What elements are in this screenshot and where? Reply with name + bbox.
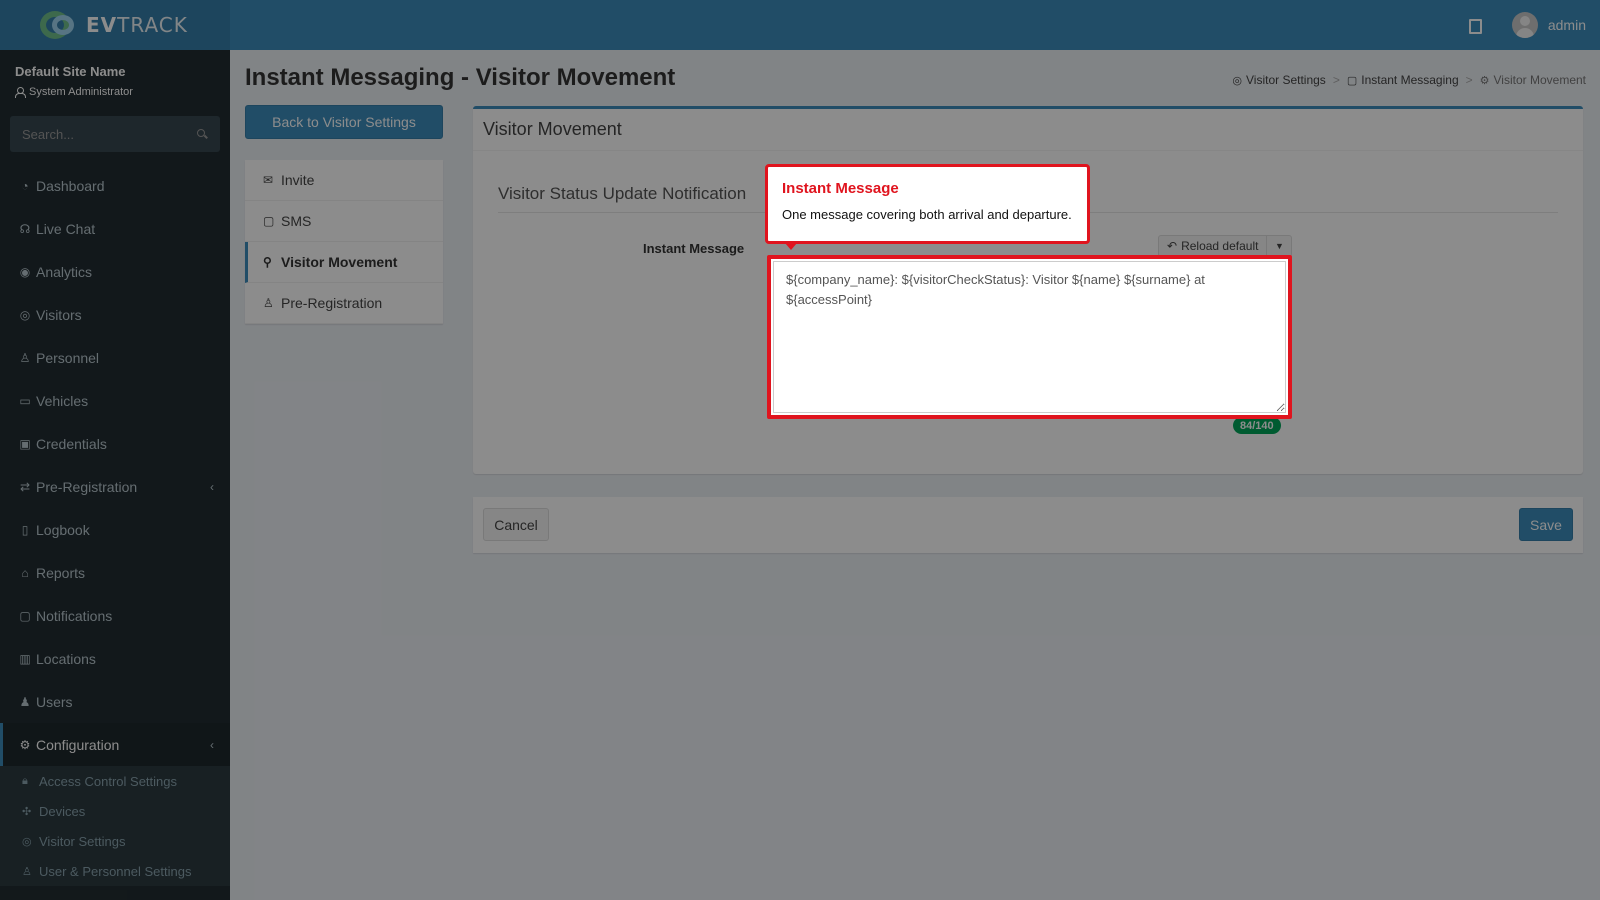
users-icon: ♟ xyxy=(19,694,31,709)
credentials-icon: ▣ xyxy=(19,436,31,451)
sidebar-item-locations[interactable]: ▥ Locations xyxy=(0,637,230,680)
configuration-submenu: 🔒︎ Access Control Settings ✣ Devices ◎ Visi… xyxy=(0,766,230,886)
sub-nav-invite[interactable]: ✉ Invite xyxy=(245,160,443,201)
sidebar-sub-user-personnel-settings[interactable]: ♙ User & Personnel Settings xyxy=(0,856,230,886)
messaging-sub-nav: ✉ Invite ▢ SMS ⚲ Visitor Movement ♙ Pre-Regi… xyxy=(245,160,443,324)
sidebar-item-personnel[interactable]: ♙ Personnel xyxy=(0,336,230,379)
breadcrumb-separator: > xyxy=(1465,73,1473,87)
logo[interactable]: EVTRACK xyxy=(0,0,230,50)
cancel-button[interactable]: Cancel xyxy=(483,508,549,541)
avatar[interactable] xyxy=(1511,12,1538,38)
highlighted-message-field: ${company_name}: ${visitorCheckStatus}: … xyxy=(767,255,1292,419)
map-icon: ▥ xyxy=(19,651,31,666)
site-name: Default Site Name xyxy=(15,64,126,79)
eye-icon: ◎ xyxy=(22,835,32,848)
chat-icon: ▢ xyxy=(263,214,275,228)
person-icon xyxy=(15,87,26,98)
section-title: Visitor Status Update Notification xyxy=(498,184,747,203)
top-navbar: EVTRACK admin xyxy=(0,0,1600,50)
chat-icon: ▢ xyxy=(19,608,31,623)
breadcrumb-separator: > xyxy=(1332,73,1340,87)
tooltip-arrow xyxy=(785,243,797,250)
user-edit-icon: ♙ xyxy=(263,296,274,310)
instant-message-textarea[interactable]: ${company_name}: ${visitorCheckStatus}: … xyxy=(773,261,1286,413)
personnel-icon: ♙ xyxy=(19,350,31,365)
page-title: Instant Messaging - Visitor Movement xyxy=(245,64,676,91)
devices-icon: ✣ xyxy=(22,805,32,818)
eye-icon: ◎ xyxy=(19,307,31,322)
target-icon: ◉ xyxy=(19,264,31,279)
sidebar-item-pre-registration[interactable]: ⇄ Pre-Registration ‹ xyxy=(0,465,230,508)
lock-icon: 🔒︎ xyxy=(22,774,28,787)
sidebar-item-logbook[interactable]: ▯ Logbook xyxy=(0,508,230,551)
character-counter: 84/140 xyxy=(1233,417,1281,434)
sidebar-item-live-chat[interactable]: ☊ Live Chat xyxy=(0,207,230,250)
back-to-visitor-settings-button[interactable]: Back to Visitor Settings xyxy=(245,105,443,139)
headset-icon: ☊ xyxy=(19,221,31,236)
sidebar-item-users[interactable]: ♟ Users xyxy=(0,680,230,723)
book-icon: ▯ xyxy=(21,522,29,537)
user-role: System Administrator xyxy=(15,86,215,98)
user-panel: Default Site Name System Administrator xyxy=(0,50,230,112)
sidebar-search xyxy=(10,116,220,152)
form-actions: Cancel Save xyxy=(473,497,1583,553)
search-icon[interactable] xyxy=(196,128,208,140)
chevron-left-icon: ‹ xyxy=(210,737,214,752)
breadcrumb-visitor-settings[interactable]: ◎ Visitor Settings xyxy=(1232,73,1325,87)
sidebar-item-configuration[interactable]: ⚙ Configuration ‹ xyxy=(0,723,230,766)
logo-text: EVTRACK xyxy=(86,13,188,37)
breadcrumb-visitor-movement: ⚙ Visitor Movement xyxy=(1479,73,1586,87)
reload-default-button[interactable]: ↶ Reload default xyxy=(1159,236,1268,256)
logo-mark-icon xyxy=(38,9,84,41)
box-title: Visitor Movement xyxy=(473,109,1583,151)
sub-nav-visitor-movement[interactable]: ⚲ Visitor Movement xyxy=(245,242,443,283)
user-menu[interactable]: admin xyxy=(1548,17,1586,33)
user-settings-icon: ♙ xyxy=(22,865,32,878)
sidebar-sub-devices[interactable]: ✣ Devices xyxy=(0,796,230,826)
breadcrumb: ◎ Visitor Settings > ▢ Instant Messaging >… xyxy=(1232,73,1586,87)
sidebar-item-dashboard[interactable]: ◔ Dashboard xyxy=(0,164,230,207)
car-icon: ▭ xyxy=(19,393,31,408)
sidebar-item-vehicles[interactable]: ▭ Vehicles xyxy=(0,379,230,422)
save-button[interactable]: Save xyxy=(1519,508,1573,541)
gear-icon: ⚙ xyxy=(19,737,31,752)
chat-icon: ▢ xyxy=(1346,74,1358,87)
search-input[interactable] xyxy=(22,126,172,142)
reload-default-group: ↶ Reload default ▼ xyxy=(1158,235,1293,257)
eye-icon: ◎ xyxy=(1232,74,1242,87)
sidebar-sub-visitor-settings[interactable]: ◎ Visitor Settings xyxy=(0,826,230,856)
sub-nav-sms[interactable]: ▢ SMS xyxy=(245,201,443,242)
instant-message-label: Instant Message xyxy=(643,241,745,256)
tour-tooltip: Instant Message One message covering bot… xyxy=(765,164,1090,250)
arrows-icon: ⇄ xyxy=(19,479,31,494)
breadcrumb-instant-messaging[interactable]: ▢ Instant Messaging xyxy=(1347,73,1459,87)
sidebar-item-reports[interactable]: ⌂ Reports xyxy=(0,551,230,594)
chevron-left-icon: ‹ xyxy=(210,479,214,494)
sidebar-menu: ◔ Dashboard ☊ Live Chat ◉ Analytics ◎ Visito… xyxy=(0,164,230,766)
walking-icon: ⚲ xyxy=(263,255,272,269)
bookmark-icon[interactable] xyxy=(1466,17,1482,34)
sub-nav-pre-registration[interactable]: ♙ Pre-Registration xyxy=(245,283,443,324)
sidebar: Default Site Name System Administrator ◔… xyxy=(0,50,230,900)
envelope-icon: ✉ xyxy=(263,173,274,187)
reports-icon: ⌂ xyxy=(21,565,29,580)
tooltip-title: Instant Message xyxy=(782,180,899,197)
sidebar-item-analytics[interactable]: ◉ Analytics xyxy=(0,250,230,293)
dashboard-icon: ◔ xyxy=(21,178,29,193)
caret-down-icon[interactable]: ▼ xyxy=(1267,236,1291,256)
sidebar-item-notifications[interactable]: ▢ Notifications xyxy=(0,594,230,637)
tooltip-body: One message covering both arrival and de… xyxy=(782,207,1072,222)
gear-icon: ⚙ xyxy=(1479,74,1490,87)
sidebar-sub-access-control[interactable]: 🔒︎ Access Control Settings xyxy=(0,766,230,796)
sidebar-item-credentials[interactable]: ▣ Credentials xyxy=(0,422,230,465)
sidebar-item-visitors[interactable]: ◎ Visitors xyxy=(0,293,230,336)
undo-icon: ↶ xyxy=(1167,239,1178,253)
